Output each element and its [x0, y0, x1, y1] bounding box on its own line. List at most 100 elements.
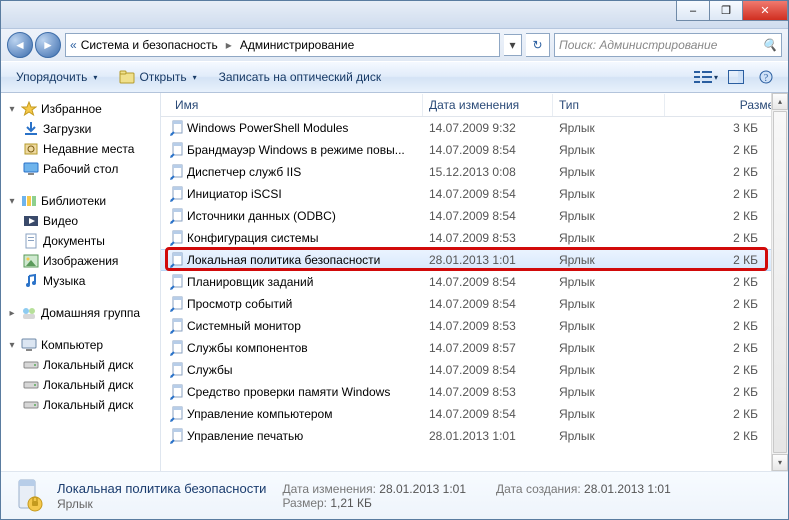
address-row: ◄ ► « Система и безопасность ▸ Администр… — [1, 29, 788, 61]
file-type: Ярлык — [553, 209, 665, 223]
shortcut-icon — [169, 340, 187, 356]
homegroup-icon — [21, 305, 37, 321]
file-row[interactable]: Планировщик заданий14.07.2009 8:54Ярлык2… — [161, 271, 788, 293]
window-titlebar: – ❐ ✕ — [1, 1, 788, 29]
shortcut-icon — [169, 120, 187, 136]
nav-local-disk[interactable]: Локальный диск — [1, 375, 160, 395]
nav-local-disk[interactable]: Локальный диск — [1, 395, 160, 415]
file-row[interactable]: Службы компонентов14.07.2009 8:57Ярлык2 … — [161, 337, 788, 359]
file-row[interactable]: Управление компьютером14.07.2009 8:54Ярл… — [161, 403, 788, 425]
shortcut-icon — [169, 384, 187, 400]
file-size: 2 КБ — [665, 385, 788, 399]
details-date-modified-value: 28.01.2013 1:01 — [379, 482, 466, 496]
organize-button[interactable]: Упорядочить▾ — [7, 66, 106, 88]
help-button[interactable]: ? — [752, 66, 780, 88]
open-button[interactable]: Открыть▾ — [110, 65, 205, 89]
nav-desktop[interactable]: Рабочий стол — [1, 159, 160, 179]
scroll-thumb[interactable] — [773, 111, 787, 453]
column-header-size[interactable]: Размер — [665, 94, 788, 116]
file-row[interactable]: Диспетчер служб IIS15.12.2013 0:08Ярлык2… — [161, 161, 788, 183]
scroll-down-button[interactable]: ▾ — [772, 454, 788, 471]
breadcrumb[interactable]: Администрирование — [240, 38, 354, 52]
change-view-button[interactable]: ▾ — [692, 66, 720, 88]
nav-videos[interactable]: Видео — [1, 211, 160, 231]
file-row[interactable]: Windows PowerShell Modules14.07.2009 9:3… — [161, 117, 788, 139]
search-input[interactable]: Поиск: Администрирование 🔍 — [554, 33, 782, 57]
chevron-down-icon: ▾ — [7, 196, 17, 207]
file-type: Ярлык — [553, 231, 665, 245]
burn-button[interactable]: Записать на оптический диск — [210, 66, 391, 88]
nav-homegroup-header[interactable]: ▸ Домашняя группа — [1, 303, 160, 323]
column-header-name[interactable]: Имя — [169, 94, 423, 116]
file-date: 15.12.2013 0:08 — [423, 165, 553, 179]
file-row[interactable]: Службы14.07.2009 8:54Ярлык2 КБ — [161, 359, 788, 381]
file-date: 14.07.2009 8:53 — [423, 231, 553, 245]
nav-pictures[interactable]: Изображения — [1, 251, 160, 271]
column-header-date[interactable]: Дата изменения — [423, 94, 553, 116]
shortcut-icon — [169, 296, 187, 312]
details-subtitle: Ярлык — [57, 497, 266, 511]
video-icon — [23, 213, 39, 229]
nav-music[interactable]: Музыка — [1, 271, 160, 291]
nav-libraries-header[interactable]: ▾ Библиотеки — [1, 191, 160, 211]
file-name: Локальная политика безопасности — [187, 253, 423, 267]
nav-local-disk[interactable]: Локальный диск — [1, 355, 160, 375]
preview-pane-button[interactable] — [722, 66, 750, 88]
nav-favorites-header[interactable]: ▾ Избранное — [1, 99, 160, 119]
scroll-up-button[interactable]: ▴ — [772, 93, 788, 110]
file-name: Управление печатью — [187, 429, 423, 443]
maximize-button[interactable]: ❐ — [709, 1, 743, 21]
file-date: 14.07.2009 8:54 — [423, 363, 553, 377]
recent-icon — [23, 141, 39, 157]
file-type: Ярлык — [553, 363, 665, 377]
shortcut-icon — [169, 164, 187, 180]
address-bar[interactable]: « Система и безопасность ▸ Администриров… — [65, 33, 500, 57]
file-row[interactable]: Системный монитор14.07.2009 8:53Ярлык2 К… — [161, 315, 788, 337]
shortcut-icon — [169, 208, 187, 224]
file-size: 2 КБ — [665, 209, 788, 223]
refresh-button[interactable]: ↻ — [526, 33, 550, 57]
close-button[interactable]: ✕ — [742, 1, 788, 21]
file-type: Ярлык — [553, 187, 665, 201]
document-icon — [23, 233, 39, 249]
file-size: 2 КБ — [665, 407, 788, 421]
file-row[interactable]: Инициатор iSCSI14.07.2009 8:54Ярлык2 КБ — [161, 183, 788, 205]
shortcut-icon — [169, 230, 187, 246]
details-pane: Локальная политика безопасности Ярлык Да… — [1, 471, 788, 519]
file-date: 28.01.2013 1:01 — [423, 429, 553, 443]
chevron-down-icon: ▾ — [91, 73, 97, 82]
file-row[interactable]: Управление печатью28.01.2013 1:01Ярлык2 … — [161, 425, 788, 447]
file-size: 2 КБ — [665, 187, 788, 201]
file-date: 14.07.2009 8:54 — [423, 275, 553, 289]
chevron-right-icon: ▸ — [7, 308, 17, 319]
file-row[interactable]: Средство проверки памяти Windows14.07.20… — [161, 381, 788, 403]
file-size: 2 КБ — [665, 319, 788, 333]
libraries-icon — [21, 193, 37, 209]
chevron-right-icon: ▸ — [222, 38, 236, 52]
breadcrumb[interactable]: Система и безопасность — [81, 38, 218, 52]
column-header-type[interactable]: Тип — [553, 94, 665, 116]
command-toolbar: Упорядочить▾ Открыть▾ Записать на оптиче… — [1, 61, 788, 93]
nav-computer-header[interactable]: ▾ Компьютер — [1, 335, 160, 355]
nav-recent-places[interactable]: Недавние места — [1, 139, 160, 159]
file-row[interactable]: Источники данных (ODBC)14.07.2009 8:54Яр… — [161, 205, 788, 227]
shortcut-icon — [169, 142, 187, 158]
address-dropdown-button[interactable]: ▾ — [504, 34, 522, 56]
file-row[interactable]: Локальная политика безопасности28.01.201… — [161, 249, 788, 271]
nav-downloads[interactable]: Загрузки — [1, 119, 160, 139]
file-size: 2 КБ — [665, 143, 788, 157]
nav-back-button[interactable]: ◄ — [7, 32, 33, 58]
vertical-scrollbar[interactable]: ▴ ▾ — [771, 93, 788, 471]
file-type: Ярлык — [553, 143, 665, 157]
nav-documents[interactable]: Документы — [1, 231, 160, 251]
nav-section-label: Домашняя группа — [41, 306, 140, 320]
file-row[interactable]: Конфигурация системы14.07.2009 8:53Ярлык… — [161, 227, 788, 249]
details-file-icon — [11, 478, 47, 514]
file-date: 14.07.2009 8:57 — [423, 341, 553, 355]
shortcut-icon — [169, 428, 187, 444]
file-size: 2 КБ — [665, 253, 788, 267]
file-row[interactable]: Брандмауэр Windows в режиме повы...14.07… — [161, 139, 788, 161]
file-row[interactable]: Просмотр событий14.07.2009 8:54Ярлык2 КБ — [161, 293, 788, 315]
minimize-button[interactable]: – — [676, 1, 710, 21]
nav-forward-button[interactable]: ► — [35, 32, 61, 58]
